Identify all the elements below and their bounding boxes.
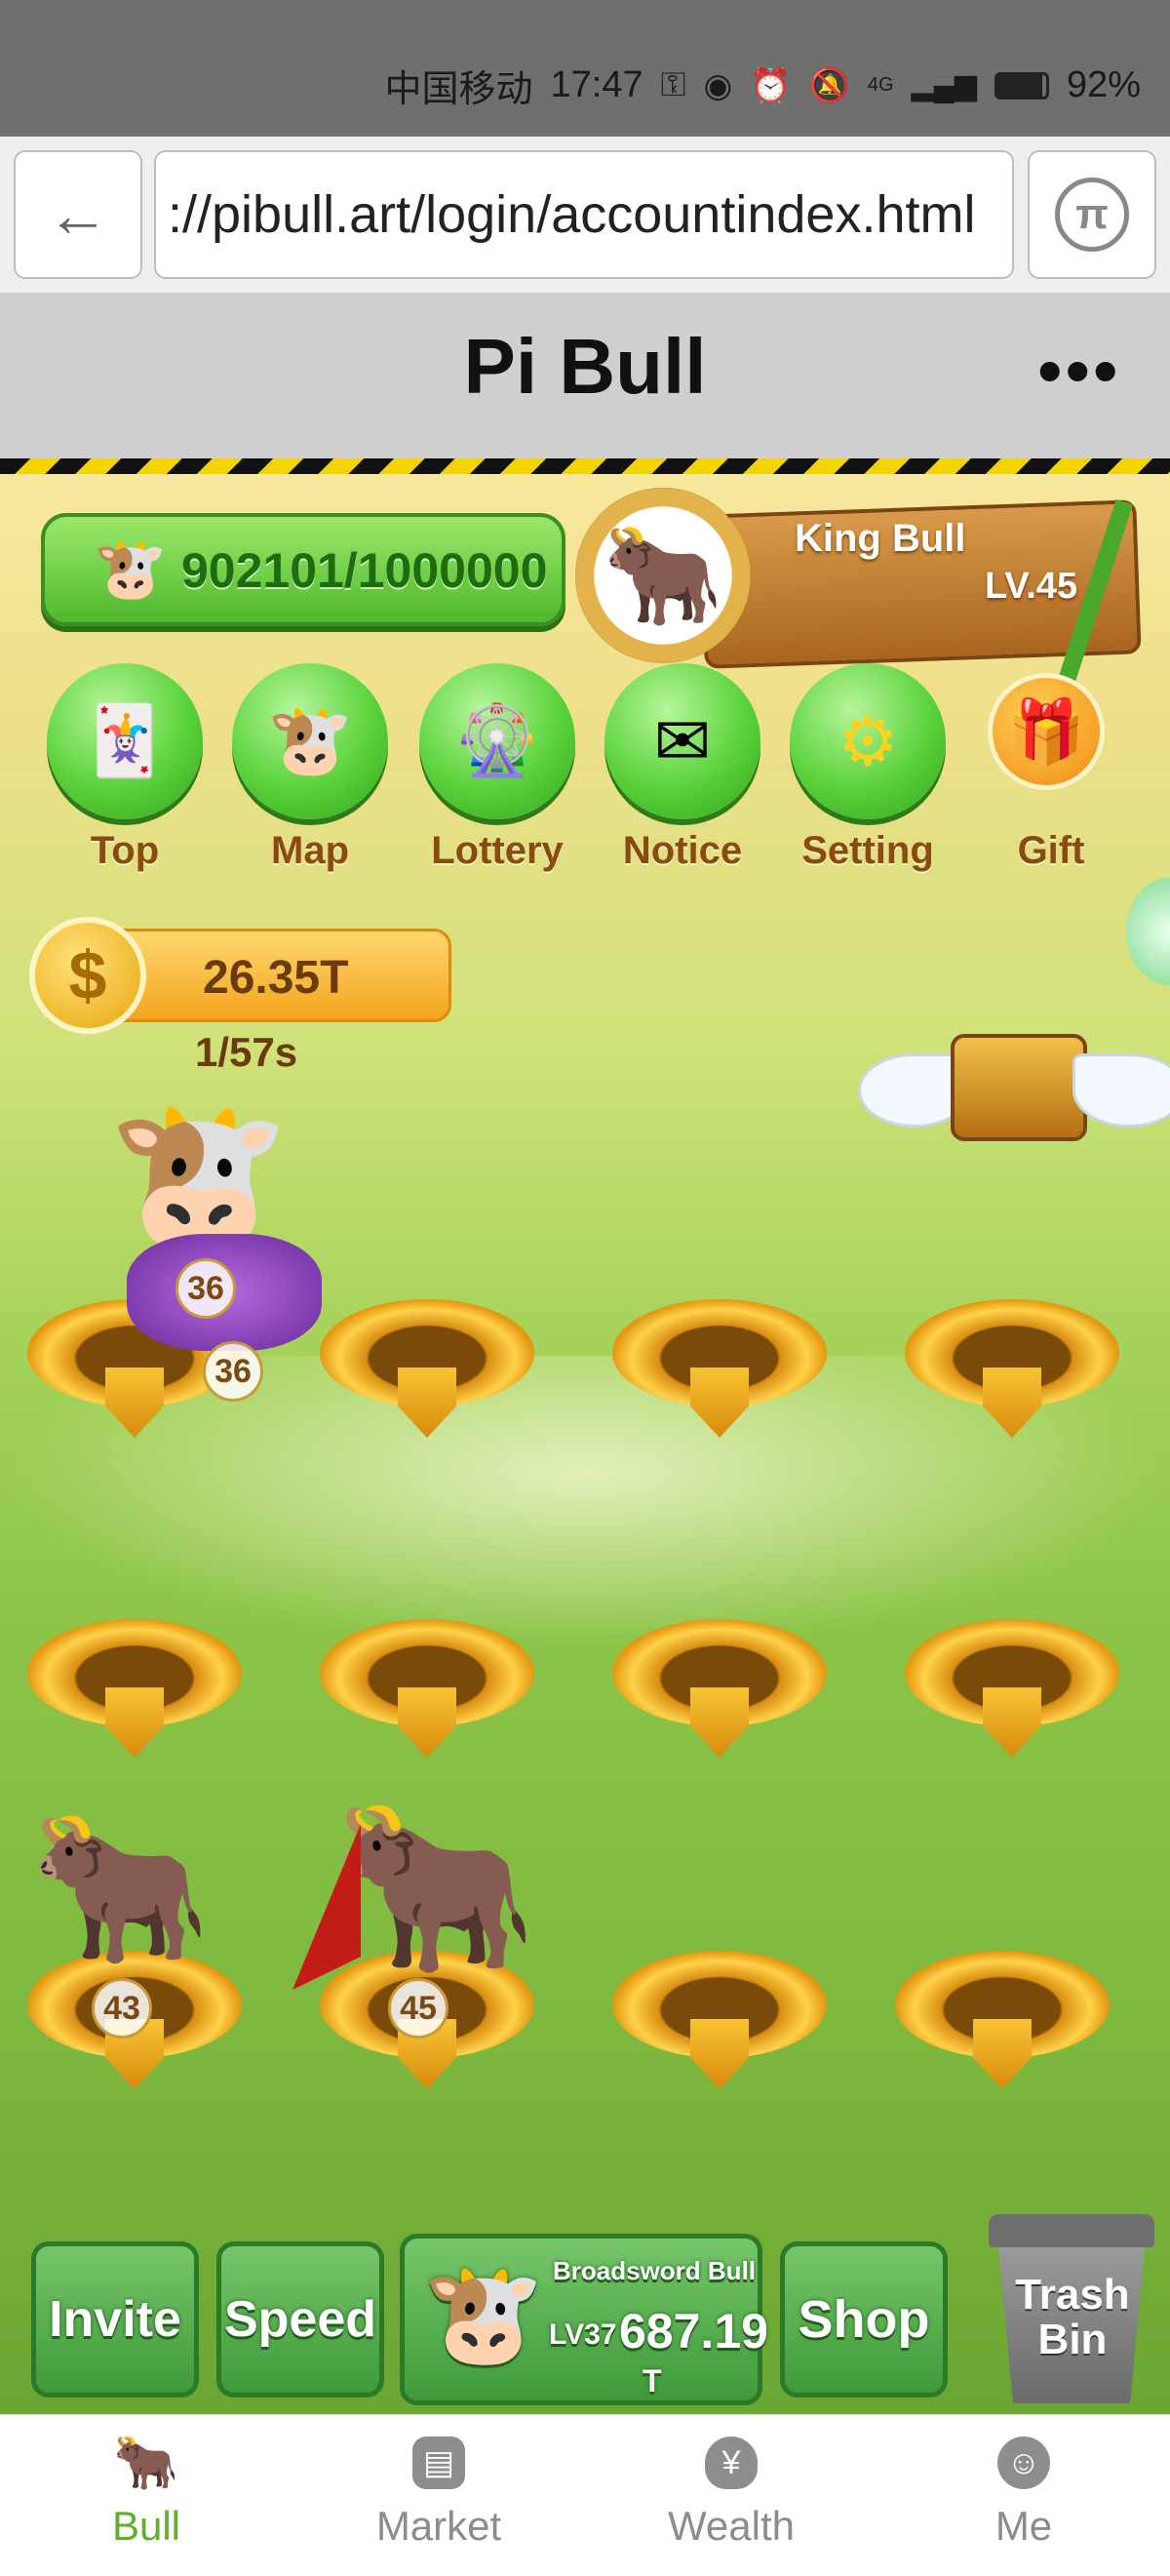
nav-bull-label: Bull: [111, 2503, 181, 2549]
bull-level-badge: 43: [92, 1978, 152, 2039]
chest-icon: [951, 1034, 1087, 1141]
bull-lv45[interactable]: 🐂: [332, 1804, 538, 1970]
menu-top-label: Top: [90, 829, 160, 872]
slot-4[interactable]: [905, 1299, 1119, 1438]
menu-notice[interactable]: ✉: [604, 663, 760, 819]
slot-2[interactable]: [320, 1299, 534, 1438]
eye-icon: ◉: [703, 66, 733, 104]
face-icon: ☺: [997, 2437, 1050, 2489]
game-board: 🐮 902101/1000000 🐂 King Bull LV.45 🃏 🐮 🎡…: [0, 458, 1170, 2414]
trash-bin-button[interactable]: Trash Bin: [985, 2214, 1160, 2409]
pi-logo-icon: π: [1055, 178, 1129, 252]
player-name: King Bull: [795, 517, 966, 560]
menu-row: 🃏 🐮 🎡 ✉ ⚙ 🎁: [27, 663, 1158, 819]
battery-icon: [994, 71, 1049, 99]
mute-icon: 🔕: [808, 66, 850, 104]
bull-level-badge: 45: [388, 1978, 448, 2039]
buy-bull-price-unit: T: [643, 2363, 662, 2398]
menu-setting-label: Setting: [801, 829, 934, 872]
bull-icon: 🐂: [113, 2433, 179, 2492]
slot-12[interactable]: [895, 1951, 1110, 2089]
slot-7[interactable]: [612, 1619, 827, 1758]
slot-5[interactable]: [27, 1619, 242, 1758]
nav-market-label: Market: [375, 2503, 502, 2549]
back-arrow-icon: ←: [47, 179, 109, 250]
signal-label: 4G: [867, 74, 894, 96]
nav-bull[interactable]: 🐂 Bull: [0, 2415, 292, 2576]
back-button[interactable]: ←: [14, 150, 142, 279]
wheel-icon: 🎡: [419, 663, 575, 819]
dollar-coin-icon: $: [29, 917, 146, 1034]
more-menu-button[interactable]: •••: [1037, 332, 1121, 410]
menu-lottery[interactable]: 🎡: [419, 663, 575, 819]
shop-button[interactable]: Shop: [780, 2241, 948, 2398]
trash-lid-icon: [989, 2214, 1154, 2247]
nav-me[interactable]: ☺ Me: [878, 2415, 1170, 2576]
menu-lottery-label: Lottery: [431, 829, 564, 872]
bull-level-badge: 36: [176, 1258, 236, 1319]
invite-button[interactable]: Invite: [31, 2241, 199, 2398]
status-info: 中国移动 17:47 ⚿ ◉ ⏰ 🔕 4G ▂▄▆ 92%: [385, 59, 1142, 112]
money-bag-icon: ¥: [705, 2437, 758, 2489]
alarm-icon: ⏰: [750, 66, 792, 104]
progress-text: 902101/1000000: [181, 543, 548, 598]
menu-notice-label: Notice: [622, 829, 743, 872]
clock: 17:47: [550, 64, 644, 105]
coin-bar: 26.35T: [93, 929, 451, 1022]
gift-icon: 🎁: [988, 673, 1105, 790]
menu-map[interactable]: 🐮: [232, 663, 388, 819]
bottom-navigation: 🐂 Bull ▤ Market ¥ Wealth ☺ Me: [0, 2414, 1170, 2576]
nav-wealth-label: Wealth: [668, 2503, 795, 2549]
bull-level-badge: 36: [203, 1341, 263, 1402]
slot-3[interactable]: [612, 1299, 827, 1438]
progress-bar: 🐮 902101/1000000: [41, 513, 566, 626]
buy-bull-price: 687.19: [619, 2304, 768, 2358]
speed-button[interactable]: Speed: [216, 2241, 384, 2398]
shop-icon: ▤: [412, 2437, 465, 2489]
hazard-stripe: [0, 458, 1170, 474]
gear-icon: ⚙: [790, 663, 946, 819]
url-text: ://pibull.art/login/accountindex.html: [168, 185, 976, 244]
menu-map-label: Map: [271, 829, 349, 872]
bull-avatar-icon: 🐮: [94, 536, 167, 602]
status-bar: 中国移动 17:47 ⚿ ◉ ⏰ 🔕 4G ▂▄▆ 92%: [0, 0, 1170, 137]
pi-browser-button[interactable]: π: [1028, 150, 1156, 279]
chat-tab[interactable]: [1126, 878, 1170, 985]
page-title: Pi Bull: [463, 323, 707, 410]
menu-setting[interactable]: ⚙: [790, 663, 946, 819]
slot-8[interactable]: [905, 1619, 1119, 1758]
slot-6[interactable]: [320, 1619, 534, 1758]
browser-toolbar: ← ://pibull.art/login/accountindex.html …: [0, 137, 1170, 294]
nav-wealth[interactable]: ¥ Wealth: [585, 2415, 878, 2576]
buy-bull-name: Broadsword Bull: [553, 2256, 757, 2285]
buy-bull-button[interactable]: 🐮 Broadsword Bull LV37 687.19 T: [400, 2234, 768, 2405]
coin-rate: 1/57s: [195, 1029, 298, 1075]
signal-icon: ▂▄▆: [911, 69, 977, 101]
buy-bull-level: LV37: [549, 2318, 617, 2351]
player-avatar[interactable]: 🐂: [575, 488, 751, 663]
trash-label: Trash Bin: [1015, 2271, 1130, 2364]
player-level: LV.45: [985, 566, 1078, 607]
menu-top[interactable]: 🃏: [47, 663, 203, 819]
buy-bull-avatar: 🐮: [422, 2260, 544, 2369]
coin-amount: 26.35T: [203, 952, 349, 1004]
bull-map-icon: 🐮: [232, 663, 388, 819]
bull-lv43[interactable]: 🐂: [29, 1814, 212, 1961]
nav-me-label: Me: [994, 2503, 1053, 2549]
carrier-label: 中国移动: [384, 69, 533, 110]
page-header: Pi Bull •••: [0, 293, 1170, 458]
battery-level: 92%: [1066, 64, 1141, 105]
bull-lv36-a[interactable]: 🐮: [107, 1102, 290, 1248]
menu-gift[interactable]: 🎁: [988, 673, 1105, 790]
slot-11[interactable]: [612, 1951, 827, 2089]
url-field[interactable]: ://pibull.art/login/accountindex.html: [154, 150, 1014, 279]
wing-right-icon: [1072, 1053, 1170, 1128]
winged-chest[interactable]: [858, 1034, 1170, 1151]
menu-gift-label: Gift: [1017, 829, 1085, 872]
envelope-icon: ✉: [604, 663, 760, 819]
nav-market[interactable]: ▤ Market: [292, 2415, 585, 2576]
key-icon: ⚿: [660, 66, 686, 103]
cards-icon: 🃏: [47, 663, 203, 819]
